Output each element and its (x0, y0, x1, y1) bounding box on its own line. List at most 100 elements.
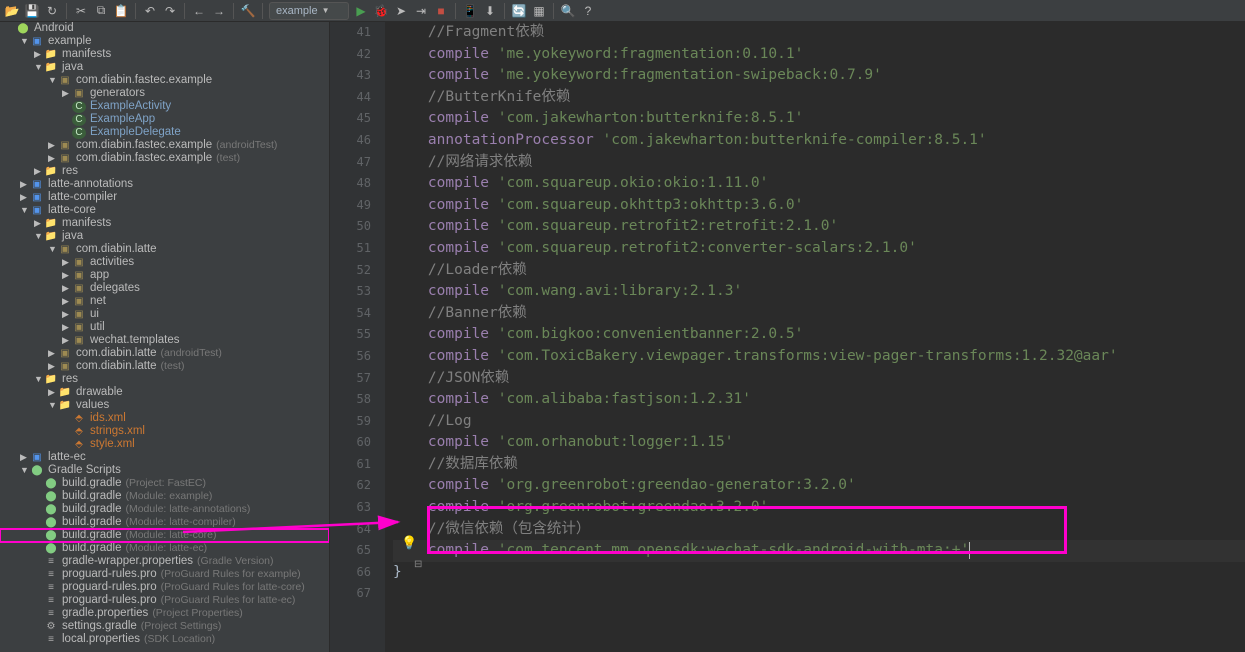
paste-icon[interactable]: 📋 (113, 3, 129, 19)
expand-arrow-icon[interactable]: ▶ (34, 48, 44, 61)
forward-icon[interactable]: → (211, 3, 227, 19)
code-editor[interactable]: 4142434445464748495051525354555657585960… (330, 22, 1245, 652)
code-line[interactable]: //ButterKnife依赖 (393, 87, 1245, 109)
tree-item[interactable]: ▼▣latte-core (0, 204, 329, 217)
code-line[interactable]: compile 'com.alibaba:fastjson:1.2.31' (393, 389, 1245, 411)
code-line[interactable] (393, 583, 1245, 605)
tree-item[interactable]: ▶▣com.diabin.fastec.example(androidTest) (0, 139, 329, 152)
code-line[interactable]: //微信依赖（包含统计） (393, 519, 1245, 541)
tree-item[interactable]: ▼📁values (0, 399, 329, 412)
tree-item[interactable]: ▶▣com.diabin.fastec.example(test) (0, 152, 329, 165)
tree-item[interactable]: ⬤build.gradle(Module: example) (0, 490, 329, 503)
code-line[interactable]: //Log (393, 411, 1245, 433)
code-line[interactable]: //Fragment依赖 (393, 22, 1245, 44)
code-line[interactable]: compile 'com.tencent.mm.opensdk:wechat-s… (393, 540, 1245, 562)
tree-item[interactable]: ≡proguard-rules.pro(ProGuard Rules for l… (0, 581, 329, 594)
code-line[interactable]: compile 'org.greenrobot:greendao-generat… (393, 475, 1245, 497)
code-area[interactable]: //Fragment依赖 compile 'me.yokeyword:fragm… (385, 22, 1245, 652)
expand-arrow-icon[interactable]: ▶ (62, 256, 72, 269)
tree-item[interactable]: ⬤build.gradle(Module: latte-compiler) (0, 516, 329, 529)
avd-icon[interactable]: 📱 (462, 3, 478, 19)
code-line[interactable]: compile 'com.wang.avi:library:2.1.3' (393, 281, 1245, 303)
tree-item[interactable]: ▶▣latte-annotations (0, 178, 329, 191)
expand-arrow-icon[interactable]: ▼ (34, 373, 44, 386)
expand-arrow-icon[interactable]: ▶ (48, 360, 58, 373)
open-icon[interactable]: 📂 (4, 3, 20, 19)
tree-item[interactable]: ▶📁manifests (0, 217, 329, 230)
save-icon[interactable]: 💾 (24, 3, 40, 19)
code-line[interactable]: //Loader依赖 (393, 260, 1245, 282)
code-line[interactable]: compile 'com.squareup.retrofit2:retrofit… (393, 216, 1245, 238)
profile-icon[interactable]: ➤ (393, 3, 409, 19)
expand-arrow-icon[interactable]: ▶ (62, 321, 72, 334)
expand-arrow-icon[interactable]: ▶ (20, 178, 30, 191)
expand-arrow-icon[interactable]: ▶ (34, 217, 44, 230)
tree-item[interactable]: CExampleDelegate (0, 126, 329, 139)
undo-icon[interactable]: ↶ (142, 3, 158, 19)
code-line[interactable]: } (393, 562, 1245, 584)
code-line[interactable]: annotationProcessor 'com.jakewharton:but… (393, 130, 1245, 152)
tree-item[interactable]: ≡gradle-wrapper.properties(Gradle Versio… (0, 555, 329, 568)
code-line[interactable]: compile 'org.greenrobot:greendao:3.2.0' (393, 497, 1245, 519)
tree-item[interactable]: ▼▣example (0, 35, 329, 48)
expand-arrow-icon[interactable]: ▶ (48, 386, 58, 399)
tree-item[interactable]: ▶📁res (0, 165, 329, 178)
code-line[interactable]: //网络请求依赖 (393, 152, 1245, 174)
tree-item[interactable]: ⬘strings.xml (0, 425, 329, 438)
expand-arrow-icon[interactable]: ▶ (20, 451, 30, 464)
expand-arrow-icon[interactable]: ▶ (62, 87, 72, 100)
tree-item[interactable]: ▶▣ui (0, 308, 329, 321)
tree-item[interactable]: ▼📁res (0, 373, 329, 386)
expand-arrow-icon[interactable]: ▼ (34, 230, 44, 243)
back-icon[interactable]: ← (191, 3, 207, 19)
sync-icon[interactable]: 🔄 (511, 3, 527, 19)
tree-item[interactable]: ▶▣wechat.templates (0, 334, 329, 347)
code-line[interactable]: compile 'me.yokeyword:fragmentation:0.10… (393, 44, 1245, 66)
expand-arrow-icon[interactable]: ▶ (48, 347, 58, 360)
expand-arrow-icon[interactable]: ▶ (20, 191, 30, 204)
tree-item[interactable]: ▼⬤Gradle Scripts (0, 464, 329, 477)
run-config-selector[interactable]: example ▼ (269, 2, 349, 20)
tree-item[interactable]: CExampleActivity (0, 100, 329, 113)
tree-item[interactable]: ▶📁drawable (0, 386, 329, 399)
tree-item[interactable]: ▶▣delegates (0, 282, 329, 295)
expand-arrow-icon[interactable]: ▶ (48, 139, 58, 152)
expand-arrow-icon[interactable]: ▼ (48, 74, 58, 87)
tree-item[interactable]: ▶▣net (0, 295, 329, 308)
tree-item[interactable]: ▶▣activities (0, 256, 329, 269)
expand-arrow-icon[interactable]: ▶ (62, 308, 72, 321)
code-line[interactable]: compile 'com.squareup.retrofit2:converte… (393, 238, 1245, 260)
stop-icon[interactable]: ■ (433, 3, 449, 19)
tree-item[interactable]: ≡proguard-rules.pro(ProGuard Rules for l… (0, 594, 329, 607)
expand-arrow-icon[interactable]: ▶ (34, 165, 44, 178)
tree-item[interactable]: ▼📁java (0, 61, 329, 74)
intention-bulb-icon[interactable]: 💡 (401, 535, 417, 551)
sdk-icon[interactable]: ⬇ (482, 3, 498, 19)
code-line[interactable]: compile 'me.yokeyword:fragmentation-swip… (393, 65, 1245, 87)
structure-icon[interactable]: ▦ (531, 3, 547, 19)
expand-arrow-icon[interactable]: ▶ (62, 282, 72, 295)
project-sidebar[interactable]: ⬤ Android ▼▣example▶📁manifests▼📁java▼▣co… (0, 22, 330, 652)
cut-icon[interactable]: ✂ (73, 3, 89, 19)
tree-item[interactable]: ⚙settings.gradle(Project Settings) (0, 620, 329, 633)
search-icon[interactable]: 🔍 (560, 3, 576, 19)
tree-item[interactable]: ⬤build.gradle(Module: latte-ec) (0, 542, 329, 555)
project-view-header[interactable]: ⬤ Android (0, 22, 329, 35)
code-line[interactable]: //JSON依赖 (393, 368, 1245, 390)
help-icon[interactable]: ? (580, 3, 596, 19)
tree-item[interactable]: ▼📁java (0, 230, 329, 243)
expand-arrow-icon[interactable]: ▶ (62, 269, 72, 282)
tree-item[interactable]: ▼▣com.diabin.latte (0, 243, 329, 256)
build-icon[interactable]: 🔨 (240, 3, 256, 19)
tree-item[interactable]: ⬘ids.xml (0, 412, 329, 425)
code-line[interactable]: compile 'com.ToxicBakery.viewpager.trans… (393, 346, 1245, 368)
code-line[interactable]: //数据库依赖 (393, 454, 1245, 476)
copy-icon[interactable]: ⧉ (93, 3, 109, 19)
tree-item[interactable]: ≡local.properties(SDK Location) (0, 633, 329, 646)
expand-arrow-icon[interactable]: ▶ (62, 295, 72, 308)
code-line[interactable]: //Banner依赖 (393, 303, 1245, 325)
tree-item[interactable]: ▼▣com.diabin.fastec.example (0, 74, 329, 87)
expand-arrow-icon[interactable]: ▼ (48, 399, 58, 412)
code-line[interactable]: compile 'com.squareup.okio:okio:1.11.0' (393, 173, 1245, 195)
fold-end-icon[interactable]: ⊟ (414, 559, 422, 570)
